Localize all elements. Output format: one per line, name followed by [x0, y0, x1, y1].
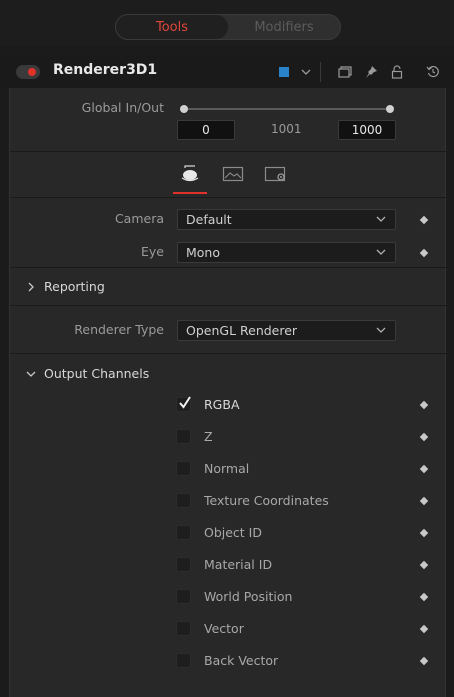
enable-toggle[interactable]: [16, 65, 40, 79]
renderer-type-section: Renderer Type OpenGL Renderer: [10, 306, 447, 354]
inspector-panel: Global In/Out 0 1001 1000 Camera Default…: [9, 88, 447, 697]
image-tab-icon[interactable]: [220, 164, 246, 184]
channel-row-normal: Normal: [10, 453, 447, 485]
z-keyframe-diamond[interactable]: [419, 432, 429, 442]
settings-tab-icon[interactable]: [263, 164, 289, 184]
reporting-header[interactable]: Reporting: [10, 272, 447, 302]
output-channels-section: Output Channels RGBA Z Normal Texture Co…: [10, 354, 447, 697]
chevron-down-icon: [376, 216, 386, 222]
chevron-down-icon: [376, 327, 386, 333]
texture-coordinates-label: Texture Coordinates: [204, 493, 329, 508]
normal-keyframe-diamond[interactable]: [419, 464, 429, 474]
material-id-label: Material ID: [204, 557, 273, 572]
node-header: Renderer3D1: [0, 56, 454, 88]
tab-tools[interactable]: Tools: [116, 15, 228, 39]
reset-icon[interactable]: [424, 62, 442, 82]
output-channels-header[interactable]: Output Channels: [10, 359, 447, 389]
chevron-right-icon: [28, 282, 34, 292]
reporting-section: Reporting: [10, 268, 447, 306]
channel-row-texture-coordinates: Texture Coordinates: [10, 485, 447, 517]
world-position-label: World Position: [204, 589, 293, 604]
chevron-down-icon: [26, 371, 36, 377]
world-position-keyframe-diamond[interactable]: [419, 592, 429, 602]
vector-keyframe-diamond[interactable]: [419, 624, 429, 634]
normal-label: Normal: [204, 461, 250, 476]
camera-eye-section: Camera Default Eye Mono: [10, 198, 447, 268]
color-swatch[interactable]: [279, 67, 289, 77]
rgba-checkbox[interactable]: [176, 396, 191, 412]
back-vector-label: Back Vector: [204, 653, 279, 668]
channel-row-world-position: World Position: [10, 581, 447, 613]
material-id-keyframe-diamond[interactable]: [419, 560, 429, 570]
enable-dot: [28, 68, 36, 76]
object-id-label: Object ID: [204, 525, 262, 540]
camera-value: Default: [186, 212, 232, 227]
lock-icon[interactable]: [388, 62, 406, 82]
back-vector-checkbox[interactable]: [176, 653, 191, 668]
channel-row-object-id: Object ID: [10, 517, 447, 549]
output-channels-title: Output Channels: [44, 366, 150, 381]
channel-row-rgba: RGBA: [10, 389, 447, 421]
back-vector-keyframe-diamond[interactable]: [419, 656, 429, 666]
range-start-handle[interactable]: [180, 105, 188, 113]
active-tab-indicator: [173, 192, 207, 194]
chevron-down-icon: [376, 249, 386, 255]
z-label: Z: [204, 429, 213, 444]
inspector-tab-bar: Tools Modifiers: [0, 0, 454, 46]
object-id-checkbox[interactable]: [176, 525, 191, 540]
camera-dropdown[interactable]: Default: [177, 209, 396, 230]
global-in-field[interactable]: 0: [177, 120, 235, 140]
reporting-title: Reporting: [44, 279, 105, 294]
global-out-field[interactable]: 1000: [338, 120, 396, 140]
normal-checkbox[interactable]: [176, 461, 191, 476]
vector-checkbox[interactable]: [176, 621, 191, 636]
header-divider: [320, 62, 321, 82]
versions-icon[interactable]: [336, 62, 354, 82]
global-inout-section: Global In/Out 0 1001 1000: [10, 88, 447, 152]
pin-icon[interactable]: [362, 62, 380, 82]
eye-dropdown[interactable]: Mono: [177, 242, 396, 263]
range-track: [184, 108, 390, 110]
material-id-checkbox[interactable]: [176, 557, 191, 572]
camera-label: Camera: [114, 211, 164, 226]
renderer-type-label: Renderer Type: [74, 322, 164, 337]
rgba-label: RGBA: [204, 397, 240, 412]
range-end-handle[interactable]: [386, 105, 394, 113]
vector-label: Vector: [204, 621, 244, 636]
renderer-type-value: OpenGL Renderer: [186, 323, 298, 338]
node-name: Renderer3D1: [53, 62, 158, 78]
tab-modifiers[interactable]: Modifiers: [228, 15, 340, 39]
texture-coordinates-keyframe-diamond[interactable]: [419, 496, 429, 506]
channel-row-vector: Vector: [10, 613, 447, 645]
texture-coordinates-checkbox[interactable]: [176, 493, 191, 508]
rgba-keyframe-diamond[interactable]: [419, 400, 429, 410]
channel-row-z: Z: [10, 421, 447, 453]
world-position-checkbox[interactable]: [176, 589, 191, 604]
global-inout-label: Global In/Out: [81, 100, 164, 115]
inspector-subtabs: [10, 152, 447, 198]
eye-value: Mono: [186, 245, 221, 260]
object-id-keyframe-diamond[interactable]: [419, 528, 429, 538]
chevron-down-icon[interactable]: [297, 62, 315, 82]
channel-row-material-id: Material ID: [10, 549, 447, 581]
eye-keyframe-diamond[interactable]: [419, 248, 429, 258]
channel-row-back-vector: Back Vector: [10, 645, 447, 677]
global-inout-range-slider[interactable]: [180, 105, 394, 113]
camera-keyframe-diamond[interactable]: [419, 215, 429, 225]
eye-label: Eye: [141, 244, 164, 259]
tools-modifiers-switch: Tools Modifiers: [115, 14, 341, 40]
global-current-frame: 1001: [271, 122, 302, 136]
controls-tab-icon[interactable]: [177, 164, 203, 184]
z-checkbox[interactable]: [176, 429, 191, 444]
renderer-type-dropdown[interactable]: OpenGL Renderer: [177, 320, 396, 341]
